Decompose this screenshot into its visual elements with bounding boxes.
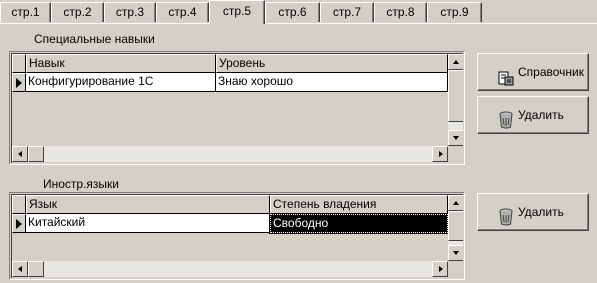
column-header-language[interactable]: Язык bbox=[26, 195, 270, 214]
column-header-skill[interactable]: Навык bbox=[26, 54, 216, 73]
arrow-left-icon bbox=[18, 266, 22, 272]
arrow-down-icon bbox=[453, 251, 459, 255]
arrow-down-icon bbox=[453, 136, 459, 140]
skills-vertical-scrollbar[interactable] bbox=[448, 54, 463, 146]
arrow-up-icon bbox=[453, 60, 459, 64]
cell-level[interactable]: Знаю хорошо bbox=[216, 73, 448, 92]
tab-page-6[interactable]: стр.6 bbox=[265, 2, 320, 22]
scroll-up-button[interactable] bbox=[448, 195, 463, 211]
skills-horizontal-scrollbar[interactable] bbox=[12, 146, 448, 162]
tab-page-5[interactable]: стр.5 bbox=[209, 0, 265, 24]
arrow-right-icon bbox=[439, 151, 443, 157]
tab-page-8[interactable]: стр.8 bbox=[374, 2, 427, 22]
reference-book-icon bbox=[498, 64, 514, 100]
header-indicator-cell bbox=[12, 195, 26, 214]
page-tabs: стр.1 стр.2 стр.3 стр.4 стр.5 стр.6 стр.… bbox=[0, 0, 597, 24]
scroll-right-button[interactable] bbox=[432, 146, 448, 162]
header-indicator-cell bbox=[12, 54, 26, 73]
scroll-down-button[interactable] bbox=[448, 245, 463, 261]
scroll-left-button[interactable] bbox=[12, 146, 28, 162]
vertical-scroll-thumb[interactable] bbox=[448, 211, 463, 241]
tab-page-1[interactable]: стр.1 bbox=[0, 2, 51, 22]
delete-language-button[interactable]: Удалить bbox=[477, 193, 589, 231]
tab-page-7[interactable]: стр.7 bbox=[320, 2, 374, 22]
delete-skill-button[interactable]: Удалить bbox=[477, 96, 589, 134]
current-row-arrow-icon bbox=[16, 78, 22, 88]
cell-proficiency[interactable]: Свободно bbox=[269, 213, 449, 234]
scroll-corner bbox=[448, 261, 463, 277]
row-indicator[interactable] bbox=[12, 73, 26, 92]
scroll-down-button[interactable] bbox=[448, 130, 463, 146]
skills-grid[interactable]: Навык Уровень Конфигурирование 1С Знаю х… bbox=[9, 51, 465, 165]
row-indicator[interactable] bbox=[12, 214, 26, 233]
skills-group-label: Специальные навыки bbox=[34, 32, 155, 46]
horizontal-scroll-thumb[interactable] bbox=[28, 146, 44, 162]
arrow-up-icon bbox=[453, 201, 459, 205]
arrow-left-icon bbox=[18, 151, 22, 157]
tab-page-9[interactable]: стр.9 bbox=[427, 2, 482, 22]
languages-group-label: Иностр.языки bbox=[43, 177, 120, 191]
cell-language[interactable]: Китайский bbox=[26, 214, 270, 233]
delete-skill-button-label: Удалить bbox=[518, 108, 564, 122]
tab-page-2[interactable]: стр.2 bbox=[51, 2, 104, 22]
column-header-proficiency[interactable]: Степень владения bbox=[270, 195, 448, 214]
reference-button-label: Справочник bbox=[518, 65, 584, 79]
reference-button[interactable]: Справочник bbox=[477, 53, 589, 91]
delete-language-button-label: Удалить bbox=[518, 205, 564, 219]
arrow-right-icon bbox=[439, 266, 443, 272]
scroll-right-button[interactable] bbox=[432, 261, 448, 277]
scroll-corner bbox=[448, 146, 463, 162]
languages-grid[interactable]: Язык Степень владения Китайский Свободно bbox=[9, 192, 465, 280]
vertical-scroll-thumb[interactable] bbox=[448, 70, 463, 122]
tab-baseline bbox=[0, 23, 597, 24]
recycle-bin-icon bbox=[498, 107, 514, 143]
languages-vertical-scrollbar[interactable] bbox=[448, 195, 463, 261]
column-header-level[interactable]: Уровень bbox=[216, 54, 448, 73]
tab-page-4[interactable]: стр.4 bbox=[156, 2, 209, 22]
tab-page-3[interactable]: стр.3 bbox=[104, 2, 156, 22]
recycle-bin-icon bbox=[498, 204, 514, 240]
languages-horizontal-scrollbar[interactable] bbox=[12, 261, 448, 277]
cell-skill[interactable]: Конфигурирование 1С bbox=[26, 73, 216, 92]
scroll-up-button[interactable] bbox=[448, 54, 463, 70]
horizontal-scroll-thumb[interactable] bbox=[28, 261, 44, 277]
current-row-arrow-icon bbox=[16, 219, 22, 229]
scroll-left-button[interactable] bbox=[12, 261, 28, 277]
